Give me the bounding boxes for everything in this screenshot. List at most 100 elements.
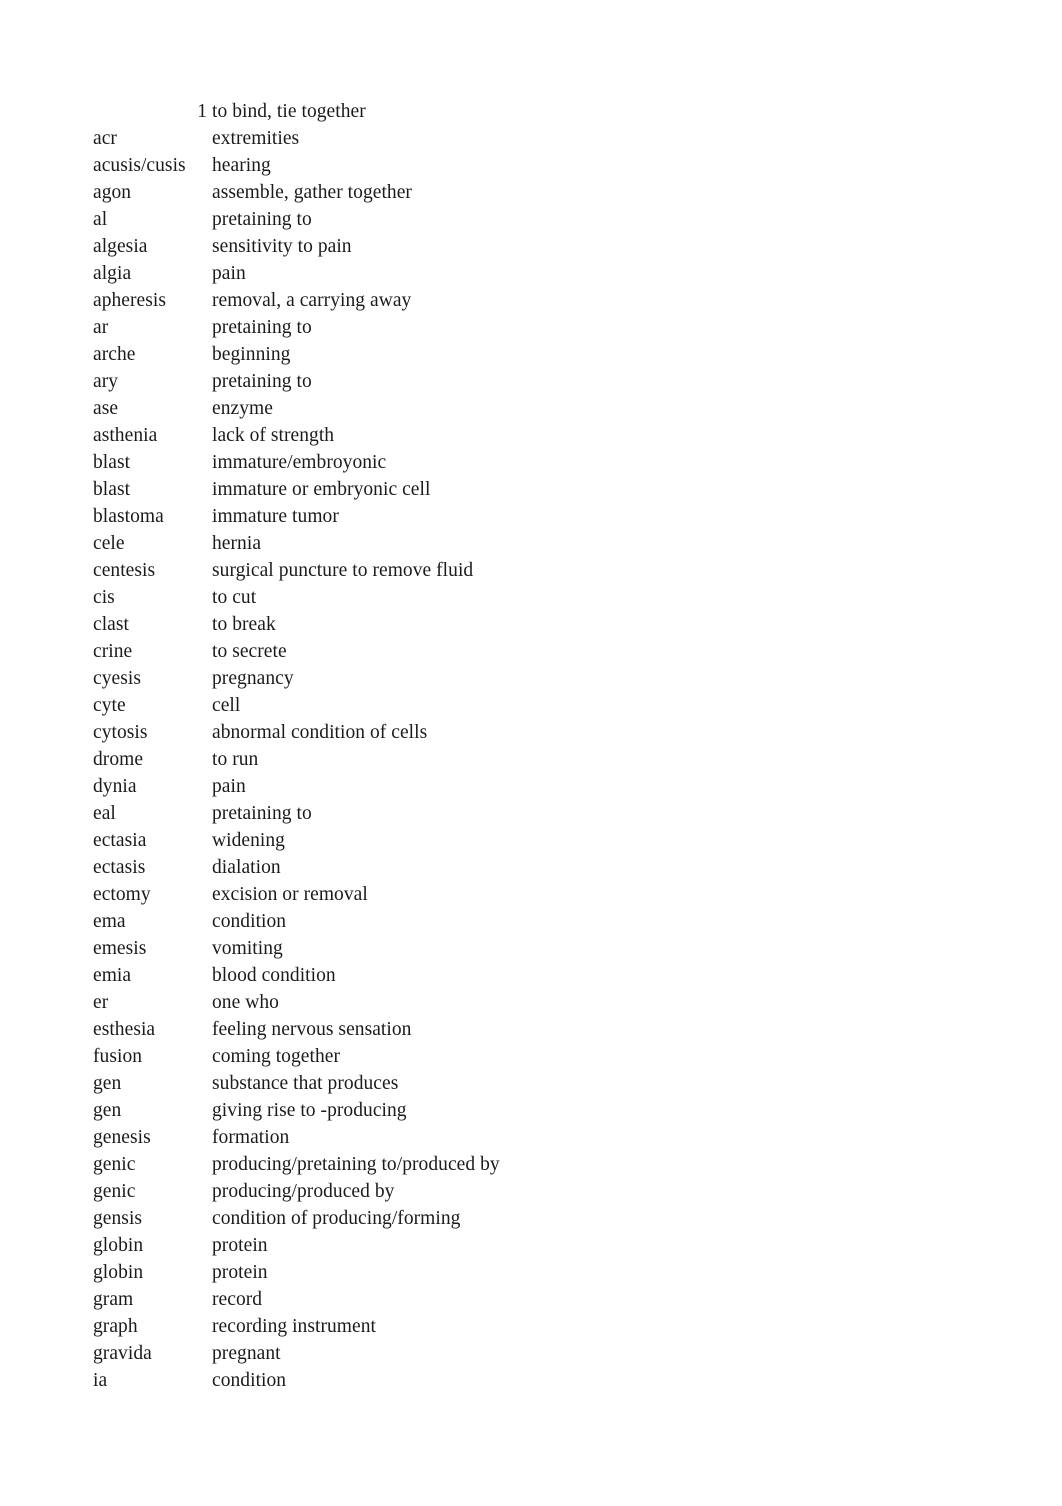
glossary-row: genic producing/pretaining to/produced by	[0, 1151, 1062, 1178]
glossary-definition: excision or removal	[212, 884, 368, 905]
glossary-definition: widening	[212, 830, 285, 851]
glossary-term: ar	[93, 317, 109, 338]
glossary-term: genic	[93, 1181, 136, 1202]
glossary-term: asthenia	[93, 425, 158, 446]
glossary-term: blast	[93, 479, 131, 500]
glossary-definition: protein	[212, 1262, 268, 1283]
glossary-term: cytosis	[93, 722, 148, 743]
glossary-row: cyesis pregnancy	[0, 665, 1062, 692]
glossary-term: cyesis	[93, 668, 141, 689]
glossary-definition: recording instrument	[212, 1316, 376, 1337]
glossary-definition: pretaining to	[212, 803, 312, 824]
glossary-definition: producing/produced by	[212, 1181, 395, 1202]
glossary-definition: blood condition	[212, 965, 336, 986]
glossary-row: centesis surgical puncture to remove flui…	[0, 557, 1062, 584]
glossary-term: graph	[93, 1316, 138, 1337]
glossary-rows: acr extremities acusis/cusis hearing agon ass…	[0, 125, 1062, 1394]
glossary-term: al	[93, 209, 108, 230]
glossary-row: cis to cut	[0, 584, 1062, 611]
glossary-term: er	[93, 992, 109, 1013]
glossary-definition: dialation	[212, 857, 281, 878]
glossary-term: emia	[93, 965, 132, 986]
glossary-definition: record	[212, 1289, 263, 1310]
glossary-definition: enzyme	[212, 398, 273, 419]
glossary-term: apheresis	[93, 290, 167, 311]
glossary-definition: cell	[212, 695, 241, 716]
glossary-definition: condition of producing/forming	[212, 1208, 461, 1229]
glossary-definition: surgical puncture to remove fluid	[212, 560, 474, 581]
glossary-term: gen	[93, 1100, 122, 1121]
glossary-definition: extremities	[212, 128, 300, 149]
page-number: 1	[197, 101, 207, 122]
glossary-term: ectasia	[93, 830, 147, 851]
glossary-row: drome to run	[0, 746, 1062, 773]
glossary-definition: immature/embroyonic	[212, 452, 387, 473]
glossary-row: acr extremities	[0, 125, 1062, 152]
glossary-row: esthesia feeling nervous sensation	[0, 1016, 1062, 1043]
glossary-definition: removal, a carrying away	[212, 290, 412, 311]
glossary-row: gravida pregnant	[0, 1340, 1062, 1367]
glossary-term: algesia	[93, 236, 148, 257]
glossary-term: agon	[93, 182, 132, 203]
glossary-definition: condition	[212, 911, 287, 932]
glossary-term: fusion	[93, 1046, 143, 1067]
glossary-term: dynia	[93, 776, 137, 797]
glossary-term: cis	[93, 587, 115, 608]
glossary-row: cele hernia	[0, 530, 1062, 557]
glossary-definition: condition	[212, 1370, 287, 1391]
glossary-definition: pretaining to	[212, 317, 312, 338]
glossary-term: eal	[93, 803, 116, 824]
glossary-row: al pretaining to	[0, 206, 1062, 233]
glossary-row: blast immature/embroyonic	[0, 449, 1062, 476]
glossary-term: genesis	[93, 1127, 151, 1148]
glossary-list: 1 to bind, tie together acr extremities ac…	[0, 98, 1062, 1394]
glossary-definition: pain	[212, 263, 246, 284]
glossary-row: er one who	[0, 989, 1062, 1016]
glossary-term: ectomy	[93, 884, 151, 905]
glossary-definition: vomiting	[212, 938, 283, 959]
glossary-term: drome	[93, 749, 144, 770]
document-page: 1 to bind, tie together acr extremities ac…	[0, 0, 1062, 1506]
glossary-definition: giving rise to -producing	[212, 1100, 407, 1121]
glossary-row: genesis formation	[0, 1124, 1062, 1151]
glossary-definition: immature tumor	[212, 506, 339, 527]
glossary-term: emesis	[93, 938, 147, 959]
glossary-row: gram record	[0, 1286, 1062, 1313]
glossary-definition: protein	[212, 1235, 268, 1256]
glossary-row: ar pretaining to	[0, 314, 1062, 341]
glossary-row: apheresis removal, a carrying away	[0, 287, 1062, 314]
glossary-definition: formation	[212, 1127, 290, 1148]
glossary-row: asthenia lack of strength	[0, 422, 1062, 449]
glossary-row: cyte cell	[0, 692, 1062, 719]
glossary-row: arche beginning	[0, 341, 1062, 368]
glossary-term: esthesia	[93, 1019, 156, 1040]
glossary-definition: sensitivity to pain	[212, 236, 352, 257]
glossary-term: algia	[93, 263, 132, 284]
glossary-definition: immature or embryonic cell	[212, 479, 431, 500]
glossary-term: ary	[93, 371, 119, 392]
glossary-row: ectasis dialation	[0, 854, 1062, 881]
glossary-term: gensis	[93, 1208, 143, 1229]
glossary-definition: pregnancy	[212, 668, 294, 689]
glossary-row: agon assemble, gather together	[0, 179, 1062, 206]
glossary-term: acusis/cusis	[93, 155, 186, 176]
glossary-definition: to secrete	[212, 641, 287, 662]
glossary-row: ectomy excision or removal	[0, 881, 1062, 908]
glossary-row: algesia sensitivity to pain	[0, 233, 1062, 260]
glossary-term: ectasis	[93, 857, 146, 878]
glossary-definition: abnormal condition of cells	[212, 722, 428, 743]
glossary-row: genic producing/produced by	[0, 1178, 1062, 1205]
glossary-row: crine to secrete	[0, 638, 1062, 665]
glossary-term: clast	[93, 614, 129, 635]
lead-definition: to bind, tie together	[212, 101, 366, 122]
glossary-definition: one who	[212, 992, 279, 1013]
glossary-row: clast to break	[0, 611, 1062, 638]
glossary-term: gram	[93, 1289, 134, 1310]
glossary-definition: producing/pretaining to/produced by	[212, 1154, 500, 1175]
glossary-term: acr	[93, 128, 117, 149]
glossary-definition: hearing	[212, 155, 271, 176]
glossary-row: blastoma immature tumor	[0, 503, 1062, 530]
glossary-definition: substance that produces	[212, 1073, 399, 1094]
glossary-row: ema condition	[0, 908, 1062, 935]
glossary-row: emesis vomiting	[0, 935, 1062, 962]
